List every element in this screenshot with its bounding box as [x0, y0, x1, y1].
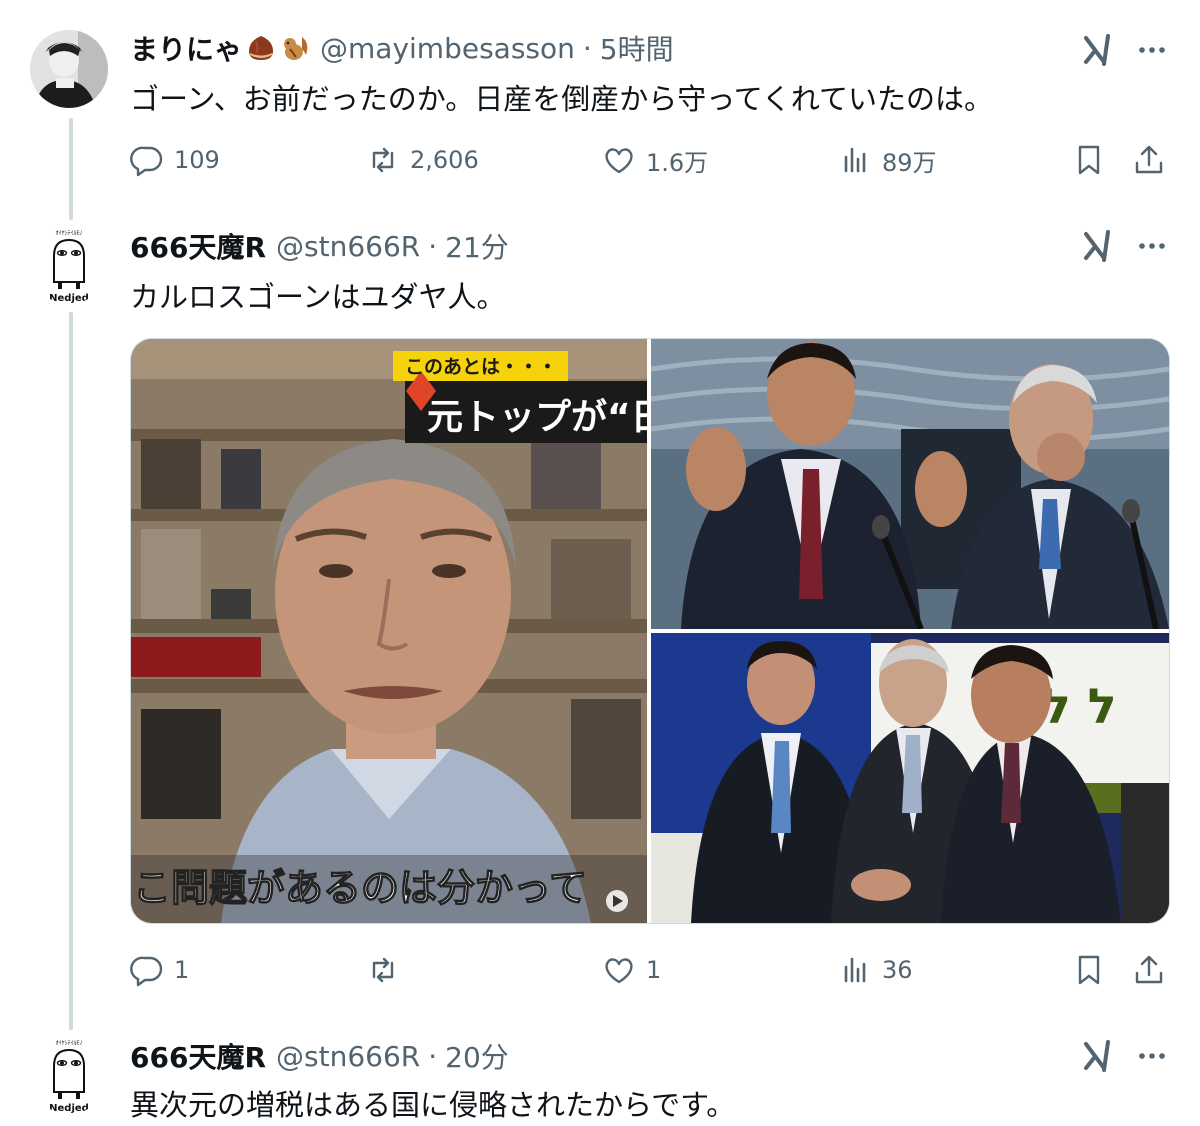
caption-badge: このあとは・・・ [405, 356, 557, 378]
share-button[interactable] [1132, 950, 1176, 990]
more-icon[interactable] [1136, 230, 1168, 262]
tweet-1[interactable]: まりにゃ @mayimbesasson · 5時間 ゴーン、お前だったのか。日産… [0, 0, 1200, 210]
tweet-header: 666天魔R @stn666R · 20分 [130, 1034, 509, 1078]
views-icon [844, 147, 866, 173]
reply-button[interactable]: 109 [130, 140, 220, 180]
views-icon [844, 957, 866, 983]
caption-headline: 元トップが“日 [427, 397, 647, 438]
bookmark-icon [1078, 955, 1100, 985]
tweet-text: カルロスゴーンはユダヤ人。 [130, 280, 506, 314]
chipmunk-emoji-icon [284, 37, 308, 60]
reply-count: 1 [174, 956, 190, 984]
tweet-header: 666天魔R @stn666R · 21分 [130, 224, 509, 268]
grok-icon[interactable] [1080, 1038, 1116, 1074]
avatar[interactable] [30, 30, 108, 108]
retweet-button[interactable]: 2,606 [366, 140, 479, 180]
retweet-count: 2,606 [410, 146, 479, 174]
tweet-header: まりにゃ @mayimbesasson · 5時間 [130, 26, 674, 70]
like-count: 1.6万 [646, 148, 709, 177]
views-count: 89万 [882, 148, 937, 177]
more-icon[interactable] [1136, 1040, 1168, 1072]
user-handle[interactable]: @stn666R [276, 1040, 420, 1073]
tweet-text: 異次元の増税はある国に侵略されたからです。 [130, 1088, 736, 1122]
views-button[interactable]: 36 [838, 950, 913, 990]
grok-icon[interactable] [1080, 228, 1116, 264]
timestamp[interactable]: 5時間 [600, 28, 674, 68]
timestamp[interactable]: 20分 [445, 1036, 509, 1076]
svg-text:ｵｲﾔｼﾃｲﾙﾓﾉ: ｵｲﾔｼﾃｲﾙﾓﾉ [55, 1040, 82, 1047]
reply-icon [130, 146, 163, 177]
views-button[interactable]: 89万 [838, 140, 937, 180]
mascot-label: Nedjed [49, 1103, 89, 1114]
retweet-icon [372, 147, 394, 173]
action-bar: 1 1 36 [130, 950, 1170, 990]
share-icon [1135, 145, 1163, 174]
share-icon [1135, 955, 1163, 984]
like-icon [605, 148, 633, 174]
share-button[interactable] [1132, 140, 1176, 180]
chestnut-emoji-icon [249, 36, 274, 60]
like-count: 1 [646, 956, 662, 984]
reply-icon [130, 956, 163, 987]
bookmark-icon [1078, 145, 1100, 175]
separator-dot: · [428, 229, 438, 263]
user-handle[interactable]: @stn666R [276, 230, 420, 263]
video-subtitle: こ問題があるのは分かって [133, 866, 587, 910]
like-button[interactable]: 1 [602, 950, 661, 990]
tweet-3[interactable]: ｵｲﾔｼﾃｲﾙﾓﾉ Nedjed 666天魔R @stn666R · 20分 異… [0, 1030, 1200, 1126]
separator-dot: · [582, 31, 592, 65]
views-count: 36 [882, 956, 913, 984]
display-name[interactable]: まりにゃ [130, 28, 242, 68]
media-grid[interactable]: このあとは・・・ 元トップが“日 こ問題があるのは分かって ל ל י [130, 338, 1170, 924]
separator-dot: · [428, 1039, 438, 1073]
photo-conference[interactable] [650, 339, 1169, 631]
more-icon[interactable] [1136, 34, 1168, 66]
user-handle[interactable]: @mayimbesasson [320, 32, 575, 65]
display-name[interactable]: 666天魔R [130, 226, 266, 266]
like-icon [605, 958, 633, 984]
mascot-label: Nedjed [49, 293, 89, 304]
retweet-icon [372, 957, 394, 983]
avatar[interactable]: ｵｲﾔｼﾃｲﾙﾓﾉ Nedjed [30, 1036, 108, 1114]
retweet-button[interactable] [366, 950, 410, 990]
bookmark-button[interactable] [1072, 950, 1116, 990]
tweet-text: ゴーン、お前だったのか。日産を倒産から守ってくれていたのは。 [130, 82, 994, 116]
reply-count: 109 [174, 146, 220, 174]
video-thumbnail[interactable]: このあとは・・・ 元トップが“日 こ問題があるのは分かって [131, 339, 667, 923]
action-bar: 109 2,606 1.6万 89万 [130, 140, 1170, 180]
timestamp[interactable]: 21分 [445, 226, 509, 266]
reply-button[interactable]: 1 [130, 950, 189, 990]
svg-text:ｵｲﾔｼﾃｲﾙﾓﾉ: ｵｲﾔｼﾃｲﾙﾓﾉ [55, 230, 82, 237]
photo-handshake[interactable]: ל ל י [651, 633, 1169, 923]
grok-icon[interactable] [1080, 32, 1116, 68]
like-button[interactable]: 1.6万 [602, 140, 708, 180]
display-name[interactable]: 666天魔R [130, 1036, 266, 1076]
bookmark-button[interactable] [1072, 140, 1116, 180]
avatar[interactable]: ｵｲﾔｼﾃｲﾙﾓﾉ Nedjed [30, 226, 108, 304]
